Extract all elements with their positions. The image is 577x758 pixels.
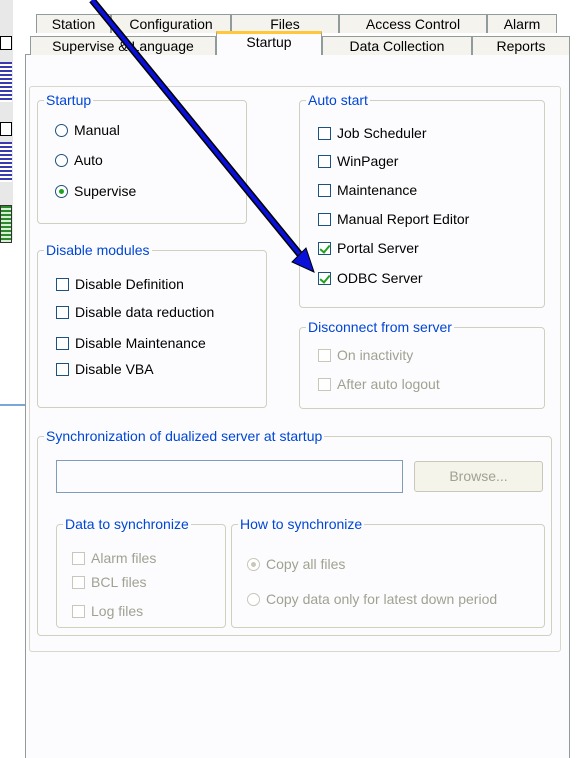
tab-startup[interactable]: Startup <box>216 31 322 55</box>
annotation-arrow-icon <box>89 0 315 273</box>
